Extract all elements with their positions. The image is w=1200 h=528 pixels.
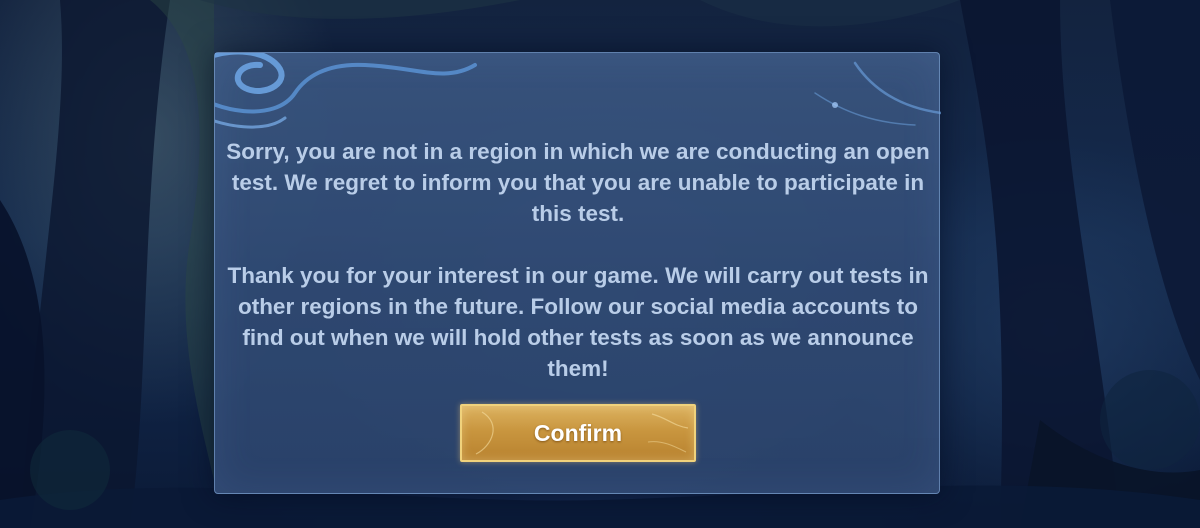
future-tests-message: Thank you for your interest in our game.…	[227, 263, 929, 381]
confirm-button[interactable]: Confirm	[460, 404, 696, 462]
confirm-button-label: Confirm	[533, 420, 623, 446]
region-notice-dialog: Sorry, you are not in a region in which …	[214, 52, 941, 494]
region-unavailable-message: Sorry, you are not in a region in which …	[226, 139, 930, 226]
